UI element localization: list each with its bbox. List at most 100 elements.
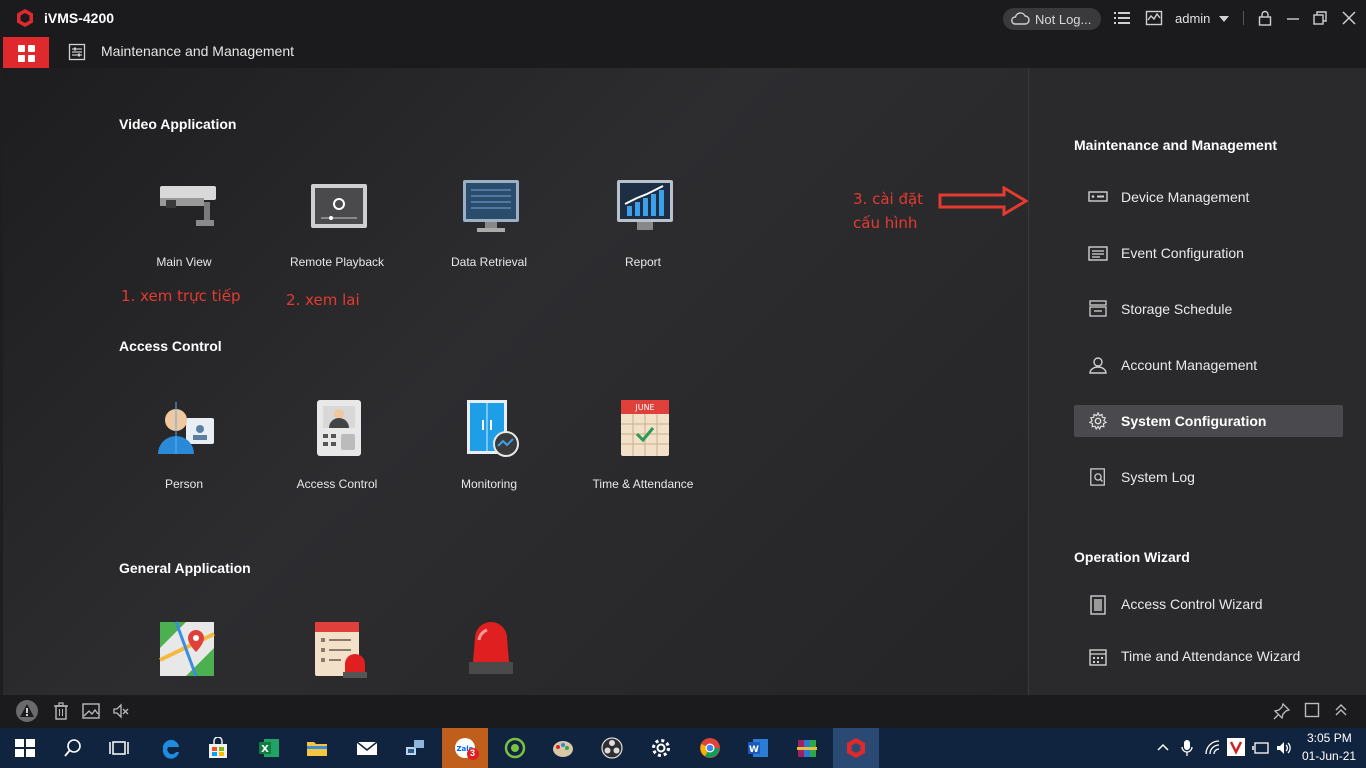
- taskbar-store[interactable]: [195, 728, 241, 768]
- home-menu-button[interactable]: [3, 37, 49, 68]
- door-monitor-icon: [467, 400, 519, 457]
- door-icon: [1090, 595, 1106, 615]
- wifi-icon[interactable]: [1204, 739, 1222, 757]
- speaker-icon[interactable]: [1275, 739, 1293, 757]
- tile-label: Main View: [156, 255, 212, 269]
- annotation-config-line2: cấu hình: [853, 214, 918, 232]
- chevron-up-icon[interactable]: [1333, 702, 1349, 718]
- tile-time-attendance[interactable]: JUNE Time & Attendance: [578, 398, 708, 508]
- start-button[interactable]: [0, 728, 46, 768]
- microphone-icon[interactable]: [1180, 739, 1194, 757]
- clock-time[interactable]: 3:05 PM: [1307, 731, 1352, 745]
- menu-device-management[interactable]: Device Management: [1074, 181, 1343, 213]
- tile-remote-playback[interactable]: Remote Playback: [272, 176, 402, 286]
- section-title-general: General Application: [119, 560, 251, 576]
- menu-label: Time and Attendance Wizard: [1121, 648, 1301, 664]
- chevron-up-icon[interactable]: [1157, 742, 1169, 754]
- menu-label: Access Control Wizard: [1121, 596, 1263, 612]
- wizard-heading: Operation Wizard: [1074, 549, 1190, 565]
- tile-main-view[interactable]: Main View: [119, 176, 249, 286]
- tile-label: Data Retrieval: [450, 255, 528, 269]
- taskbar-network-app[interactable]: [392, 728, 438, 768]
- settings-sliders-icon: [68, 43, 86, 61]
- section-title-access: Access Control: [119, 338, 222, 354]
- taskbar-app-green[interactable]: [492, 728, 538, 768]
- taskbar-obs[interactable]: [589, 728, 635, 768]
- archive-books-icon: [797, 740, 817, 757]
- taskbar-edge[interactable]: [148, 728, 194, 768]
- tile-label: Monitoring: [460, 477, 518, 491]
- battery-icon[interactable]: [1252, 739, 1270, 757]
- annotation-playback: 2. xem lai: [286, 291, 360, 309]
- close-icon[interactable]: [1340, 9, 1358, 27]
- task-list-icon[interactable]: [1113, 9, 1131, 27]
- wizard-time-attendance[interactable]: Time and Attendance Wizard: [1074, 640, 1343, 672]
- menu-label: System Log: [1121, 469, 1195, 485]
- tile-data-retrieval[interactable]: Data Retrieval: [424, 176, 554, 286]
- hikvision-logo-icon: [17, 9, 33, 27]
- tile-monitoring[interactable]: Monitoring: [424, 398, 554, 508]
- svg-text:W: W: [749, 745, 759, 755]
- tile-alarm[interactable]: [424, 620, 554, 695]
- tile-event[interactable]: [272, 620, 402, 695]
- minimize-icon[interactable]: [1284, 9, 1302, 27]
- siren-icon: [469, 622, 513, 674]
- edge-icon: [162, 739, 179, 759]
- mute-icon[interactable]: [112, 702, 130, 720]
- menu-account-management[interactable]: Account Management: [1074, 349, 1343, 381]
- antivirus-icon[interactable]: [1227, 738, 1245, 756]
- main-content: Video Application Main View Remote Playb…: [3, 68, 1028, 695]
- menu-system-log[interactable]: System Log: [1074, 461, 1343, 493]
- search-icon: [64, 739, 81, 757]
- image-icon[interactable]: [82, 702, 100, 720]
- chevron-down-icon[interactable]: [1219, 16, 1229, 22]
- pin-icon[interactable]: [1273, 702, 1291, 720]
- tile-access-control[interactable]: Access Control: [272, 398, 402, 508]
- zalo-badge: 3: [470, 748, 476, 758]
- maximize-icon[interactable]: [1304, 702, 1320, 718]
- menu-system-configuration[interactable]: System Configuration: [1074, 405, 1343, 437]
- taskbar-paint[interactable]: [540, 728, 586, 768]
- page-title: Maintenance and Management: [101, 43, 295, 59]
- chrome-icon: [700, 738, 720, 758]
- menu-storage-schedule[interactable]: Storage Schedule: [1074, 293, 1343, 325]
- right-panel: Maintenance and Management Device Manage…: [1029, 68, 1366, 695]
- lock-icon[interactable]: [1256, 9, 1274, 27]
- cloud-icon: [1011, 12, 1030, 25]
- user-name[interactable]: admin: [1175, 11, 1210, 26]
- taskbar-mail[interactable]: [344, 728, 390, 768]
- mail-icon: [356, 741, 378, 755]
- word-icon: W: [748, 739, 768, 757]
- wizard-access-control[interactable]: Access Control Wizard: [1074, 588, 1343, 620]
- menu-label: System Configuration: [1121, 413, 1267, 429]
- chart-report-icon: [617, 180, 673, 230]
- menu-event-configuration[interactable]: Event Configuration: [1074, 237, 1343, 269]
- taskbar-excel[interactable]: X: [246, 728, 292, 768]
- taskbar-zalo[interactable]: Zalo 3: [442, 728, 488, 768]
- title-bar: iVMS-4200 Not Log... admin: [0, 0, 1366, 36]
- taskbar-winrar[interactable]: [784, 728, 830, 768]
- alarm-warning-icon[interactable]: [15, 699, 39, 723]
- taskbar-word[interactable]: W: [735, 728, 781, 768]
- taskbar-ivms[interactable]: [833, 728, 879, 768]
- panel-heading: Maintenance and Management: [1074, 137, 1278, 153]
- taskbar-file-explorer[interactable]: [294, 728, 340, 768]
- taskbar-task-view[interactable]: [96, 728, 142, 768]
- taskbar-settings[interactable]: [638, 728, 684, 768]
- calendar-icon: [1089, 649, 1107, 666]
- restore-icon[interactable]: [1311, 9, 1329, 27]
- tile-report[interactable]: Report: [578, 176, 708, 286]
- obs-icon: [601, 737, 623, 759]
- trash-icon[interactable]: [53, 702, 69, 720]
- cloud-login-button[interactable]: Not Log...: [1003, 8, 1101, 30]
- log-search-icon: [1090, 468, 1105, 486]
- taskbar-search[interactable]: [50, 728, 96, 768]
- svg-text:JUNE: JUNE: [634, 403, 654, 412]
- taskbar-chrome[interactable]: [687, 728, 733, 768]
- tile-map[interactable]: [119, 620, 249, 695]
- person-card-icon: [158, 402, 214, 454]
- monitor-status-icon[interactable]: [1145, 9, 1163, 27]
- tile-person[interactable]: Person: [119, 398, 249, 508]
- clock-date[interactable]: 01-Jun-21: [1302, 749, 1356, 763]
- nav-bar: Maintenance and Management: [0, 36, 1366, 68]
